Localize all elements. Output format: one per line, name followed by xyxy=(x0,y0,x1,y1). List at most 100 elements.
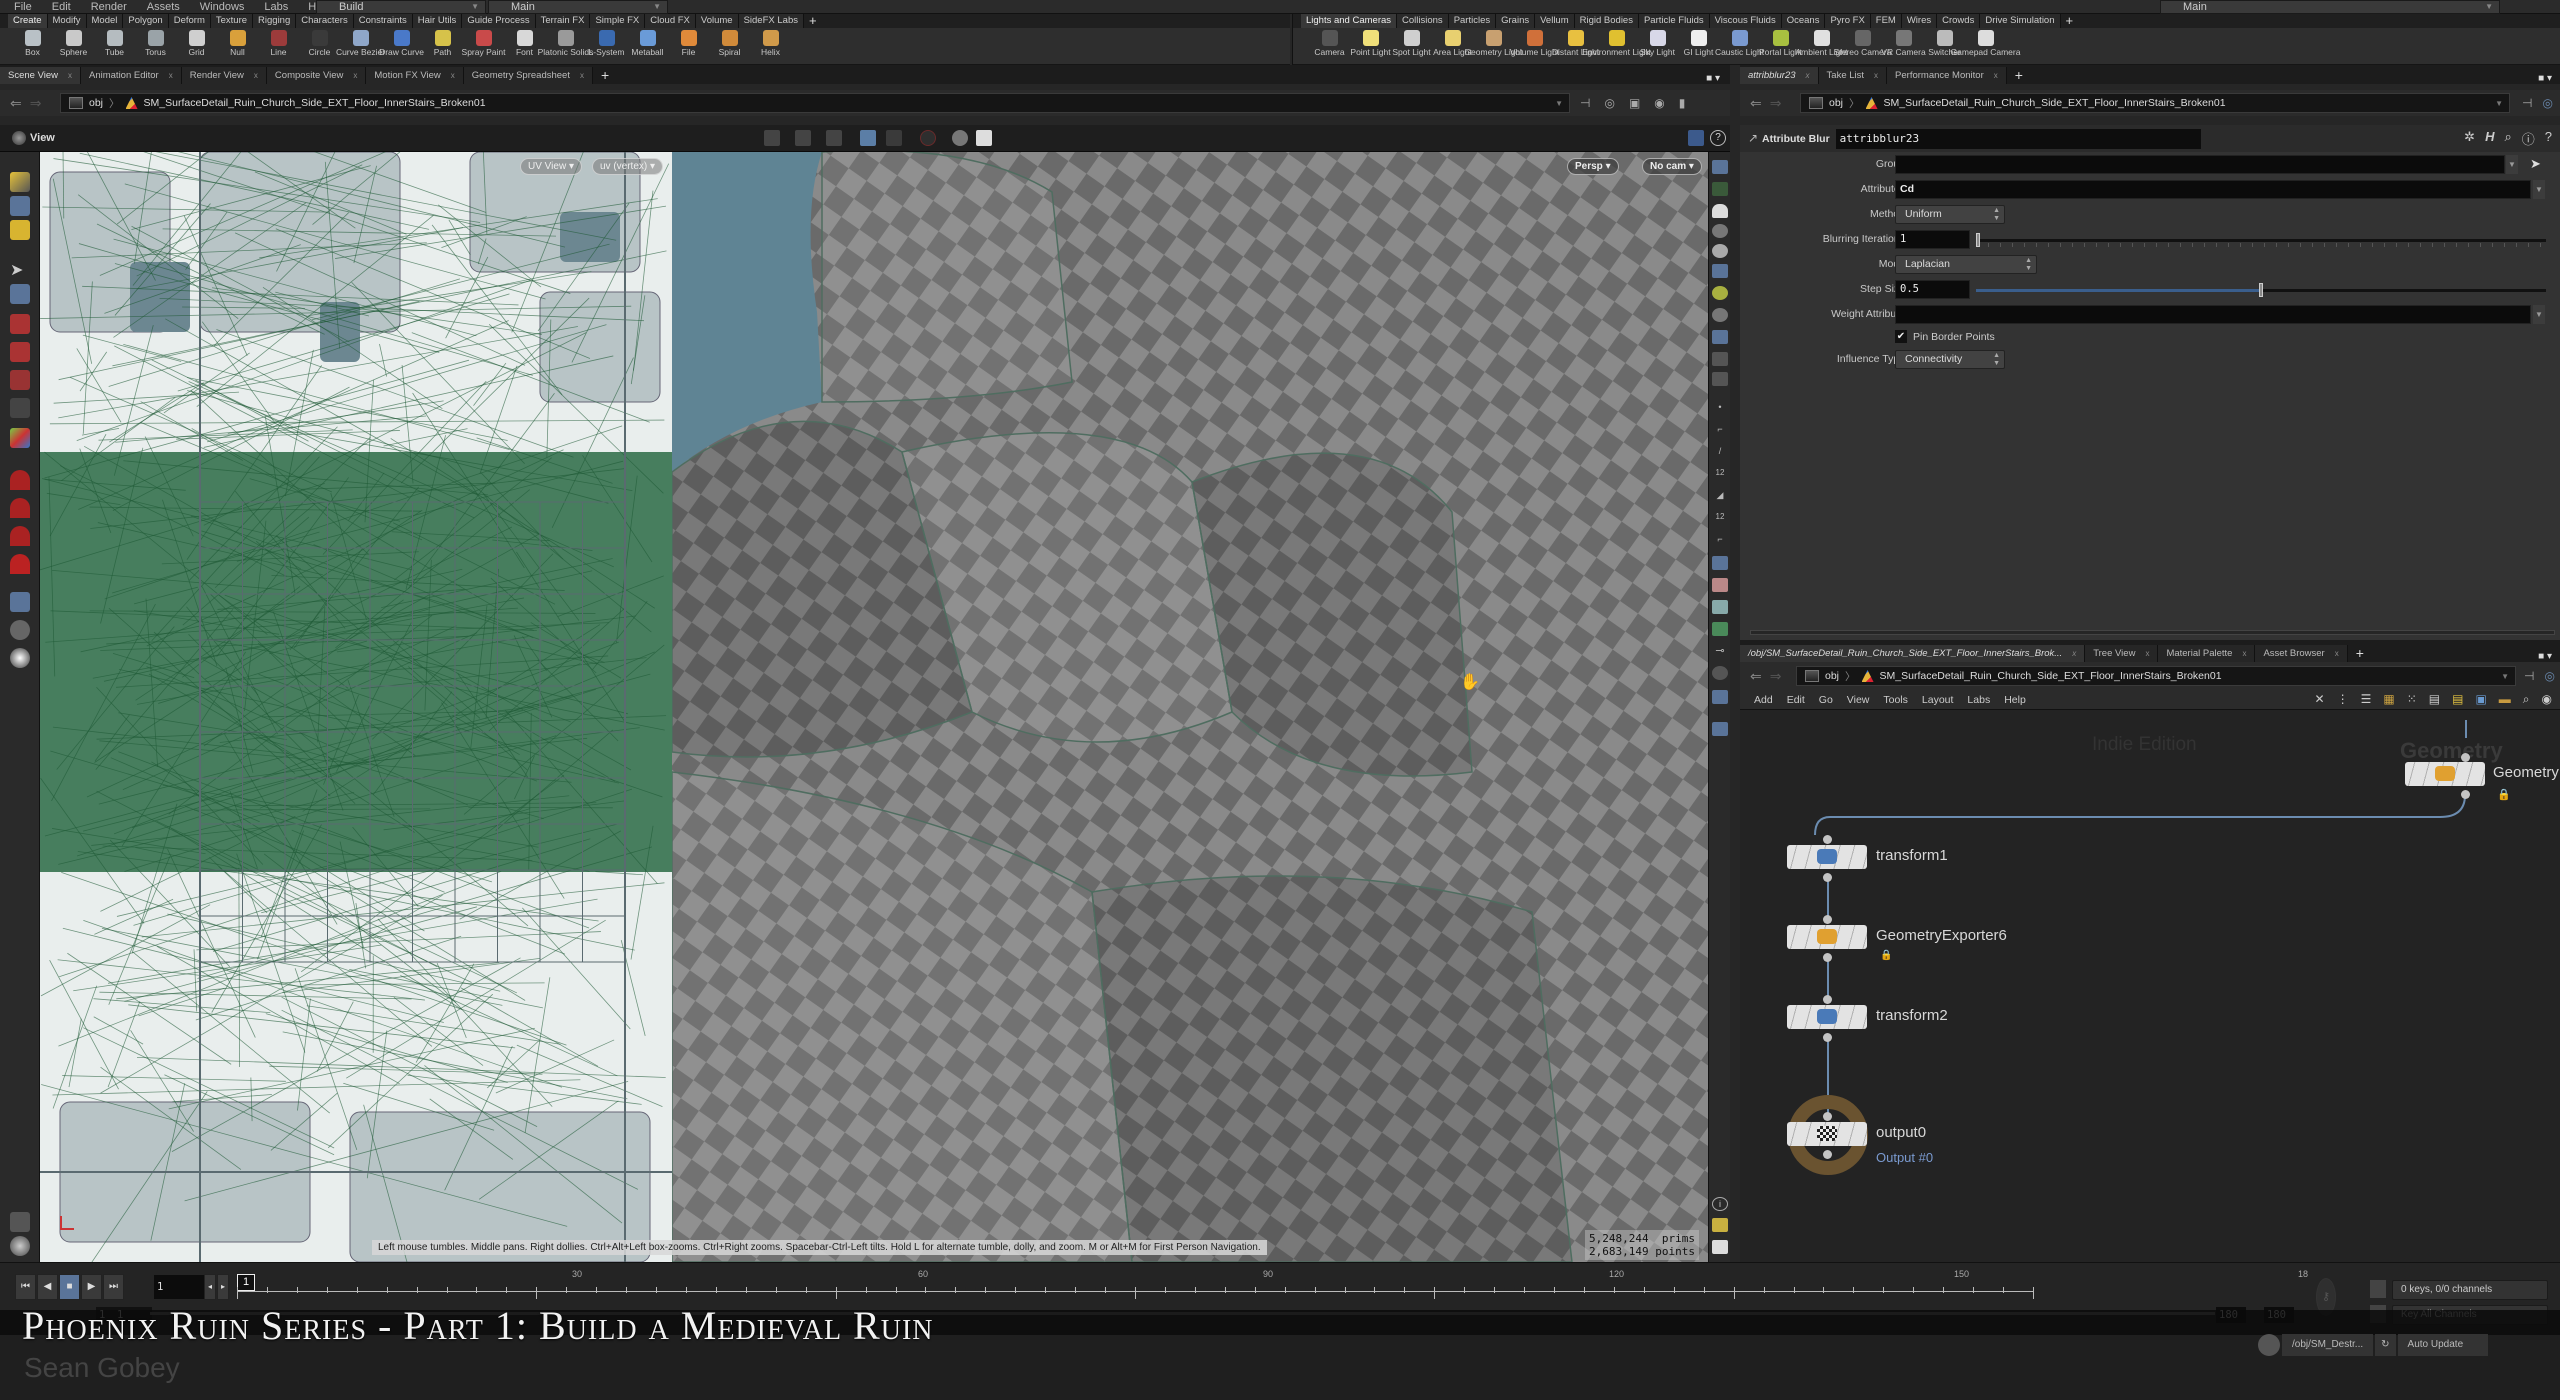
move-tool-icon[interactable] xyxy=(10,314,30,334)
pin-border-checkbox[interactable]: ✔ xyxy=(1895,330,1907,343)
shelf-tool-path[interactable]: Path xyxy=(422,28,463,56)
select-points-icon[interactable] xyxy=(795,130,811,146)
help-icon[interactable]: ? xyxy=(1710,130,1726,146)
frame-marker[interactable]: 1 xyxy=(237,1274,255,1291)
network-box-icon[interactable]: ▤ xyxy=(2429,692,2440,707)
pane-menu-icon[interactable]: ■ ▾ xyxy=(2538,651,2560,662)
prim-normal-icon[interactable]: ◢ xyxy=(1712,490,1728,504)
tab-performance-monitor[interactable]: Performance Monitor x xyxy=(1887,67,2007,84)
uv-backface-icon[interactable] xyxy=(1712,600,1728,614)
output-port[interactable] xyxy=(2461,790,2470,799)
brain-icon[interactable] xyxy=(2258,1334,2280,1356)
play-backward-button[interactable]: ◀ xyxy=(37,1274,58,1300)
mode-menu[interactable]: Laplacian ▲ ▼ xyxy=(1895,255,2037,274)
ghost-geometry-icon[interactable] xyxy=(1712,182,1728,196)
menu-file[interactable]: File xyxy=(4,0,42,14)
point-marker-icon[interactable]: • xyxy=(1712,402,1728,416)
shelf-tab-simple-fx[interactable]: Simple FX xyxy=(590,14,646,28)
shelf-tab-create[interactable]: Create xyxy=(8,14,48,28)
close-icon[interactable]: x xyxy=(1994,67,1998,84)
color-palette-icon[interactable]: ▦ xyxy=(2383,692,2394,707)
add-shelf-button[interactable]: + xyxy=(804,14,822,28)
select-arrow-icon[interactable]: ➤ xyxy=(2530,156,2541,172)
influence-type-menu[interactable]: Connectivity ▲ ▼ xyxy=(1895,350,2005,369)
point-normals-icon[interactable] xyxy=(1712,308,1728,322)
shelf-tool-metaball[interactable]: Metaball xyxy=(627,28,668,56)
uv-pin-icon[interactable] xyxy=(1712,722,1728,736)
shelf-tab-guide-process[interactable]: Guide Process xyxy=(462,14,536,28)
chevron-down-icon[interactable]: ▼ xyxy=(1555,99,1563,108)
shelf-tab-wires[interactable]: Wires xyxy=(1901,14,1938,28)
persp-view-menu[interactable]: Persp ▾ xyxy=(1567,158,1619,175)
jump-start-button[interactable]: ⏮ xyxy=(15,1274,36,1300)
shelf-tab-model[interactable]: Model xyxy=(86,14,124,28)
close-icon[interactable]: x xyxy=(68,67,72,84)
node-name-field[interactable]: attribblur23 xyxy=(1835,128,2201,149)
object-mode-icon[interactable] xyxy=(10,172,30,192)
link-icon[interactable]: ◎ xyxy=(2542,96,2552,110)
iterations-slider[interactable] xyxy=(1976,233,2546,247)
shelf-tab-characters[interactable]: Characters xyxy=(296,14,354,28)
tab-render-view[interactable]: Render View x xyxy=(181,67,267,84)
back-arrow-icon[interactable]: ⇐ xyxy=(1750,95,1762,112)
pane-menu-icon[interactable]: ■ ▾ xyxy=(2538,73,2560,84)
path-field[interactable]: obj 〉 SM_SurfaceDetail_Ruin_Church_Side_… xyxy=(1796,666,2516,686)
shelf-tool-tube[interactable]: Tube xyxy=(94,28,135,56)
shelf-tab-texture[interactable]: Texture xyxy=(210,14,254,28)
background-image-icon[interactable]: ▣ xyxy=(2475,692,2486,707)
status-path-menu[interactable]: /obj/SM_Destr... xyxy=(2282,1334,2374,1356)
shelf-tab-particle-fluids[interactable]: Particle Fluids xyxy=(1638,14,1710,28)
method-menu[interactable]: Uniform ▲ ▼ xyxy=(1895,205,2005,224)
net-menu-help[interactable]: Help xyxy=(2004,694,2026,706)
shelf-tool-spiral[interactable]: Spiral xyxy=(709,28,750,56)
shelf-tab-terrain-fx[interactable]: Terrain FX xyxy=(535,14,591,28)
step-size-slider[interactable] xyxy=(1976,283,2546,297)
houdini-help-icon[interactable]: H xyxy=(2485,129,2494,148)
shelf-tab-vellum[interactable]: Vellum xyxy=(1535,14,1575,28)
shelf-tool-platonic-solids[interactable]: Platonic Solids xyxy=(538,28,593,56)
tab-motion-fx-view[interactable]: Motion FX View x xyxy=(366,67,464,84)
close-icon[interactable]: x xyxy=(580,67,584,84)
close-icon[interactable]: x xyxy=(2072,645,2076,662)
shelf-tab-cloud-fx[interactable]: Cloud FX xyxy=(645,14,696,28)
select-primitives-icon[interactable] xyxy=(860,130,876,146)
tab-animation-editor[interactable]: Animation Editor x xyxy=(81,67,182,84)
snap-curve-icon[interactable] xyxy=(10,498,30,518)
lighting-icon[interactable] xyxy=(1712,244,1728,258)
chevron-down-icon[interactable]: ▼ xyxy=(2533,305,2545,324)
close-icon[interactable]: x xyxy=(169,67,173,84)
shelf-tab-viscous-fluids[interactable]: Viscous Fluids xyxy=(1709,14,1782,28)
shelf-tool-vr-camera[interactable]: VR Camera xyxy=(1881,28,1926,56)
shelf-tool-point-light[interactable]: Point Light xyxy=(1350,28,1391,56)
refresh-icon[interactable]: ↻ xyxy=(2375,1334,2396,1356)
step-forward-button[interactable]: ▸ xyxy=(217,1274,229,1300)
tab-material-palette[interactable]: Material Palette x xyxy=(2158,645,2256,662)
geometry-mode-icon[interactable] xyxy=(10,220,30,240)
iterations-field[interactable]: 1 xyxy=(1895,230,1970,249)
pin-tool-icon[interactable] xyxy=(10,1212,30,1232)
shelf-tool-gamepad-camera[interactable]: Gamepad Camera xyxy=(1951,28,2020,56)
select-tool-icon[interactable]: ➤ xyxy=(10,260,30,280)
net-menu-view[interactable]: View xyxy=(1847,694,1870,706)
shelf-tool-line[interactable]: Line xyxy=(258,28,299,56)
path-root[interactable]: obj xyxy=(1829,97,1843,109)
scale-tool-icon[interactable] xyxy=(10,370,30,390)
output-port[interactable] xyxy=(1823,873,1832,882)
tab-geometry-spreadsheet[interactable]: Geometry Spreadsheet x xyxy=(463,67,593,84)
desktop-select[interactable]: Build ▼ xyxy=(316,0,486,14)
render-region-icon[interactable] xyxy=(10,648,30,668)
add-tab-button[interactable]: + xyxy=(593,67,617,84)
menu-assets[interactable]: Assets xyxy=(137,0,190,14)
shelf-tool-null[interactable]: Null xyxy=(217,28,258,56)
path-root[interactable]: obj xyxy=(89,97,103,109)
input-port[interactable] xyxy=(1823,835,1832,844)
pin-icon[interactable]: ⊣ xyxy=(2524,669,2534,683)
search-icon[interactable]: ⌕ xyxy=(2504,129,2511,148)
menu-render[interactable]: Render xyxy=(81,0,137,14)
close-icon[interactable]: x xyxy=(2145,645,2149,662)
lock-tool-icon[interactable] xyxy=(10,284,30,304)
close-icon[interactable]: x xyxy=(254,67,258,84)
sticky-note-icon[interactable]: ▤ xyxy=(2452,692,2463,707)
shelf-tool-grid[interactable]: Grid xyxy=(176,28,217,56)
output-port[interactable] xyxy=(1823,1150,1832,1159)
